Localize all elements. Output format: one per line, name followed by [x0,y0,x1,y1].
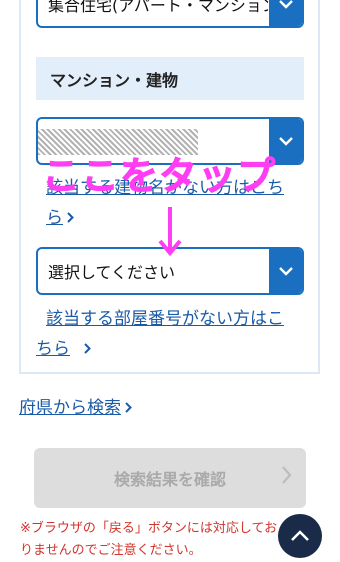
scroll-to-top-button[interactable] [278,514,322,558]
no-room-link[interactable]: 該当する部屋番号がない方はこちら [36,304,298,364]
prefecture-search-label: 府県から検索 [19,398,121,418]
chevron-right-icon [125,393,132,423]
building-type-value: 集合住宅(アパート・マンション) [48,0,268,15]
chevron-right-icon [67,203,74,233]
chevron-right-icon [74,334,91,364]
back-button-notice: ※ブラウザの「戻る」ボタンには対応しておりませんのでご注意ください。 [20,521,278,558]
building-section-heading: マンション・建物 [36,57,304,100]
prefecture-search-link[interactable]: 府県から検索 [19,393,132,423]
chevron-down-icon [269,0,302,26]
chevron-right-icon [282,466,292,488]
chevron-down-icon [269,249,302,293]
confirm-results-label: 検索結果を確認 [113,470,226,489]
building-type-select[interactable]: 集合住宅(アパート・マンション) [36,0,304,28]
confirm-results-button[interactable]: 検索結果を確認 [34,448,306,508]
down-arrow-icon [157,205,183,261]
tap-here-annotation: ここをタップ [41,154,277,199]
chevron-up-icon [290,527,310,546]
